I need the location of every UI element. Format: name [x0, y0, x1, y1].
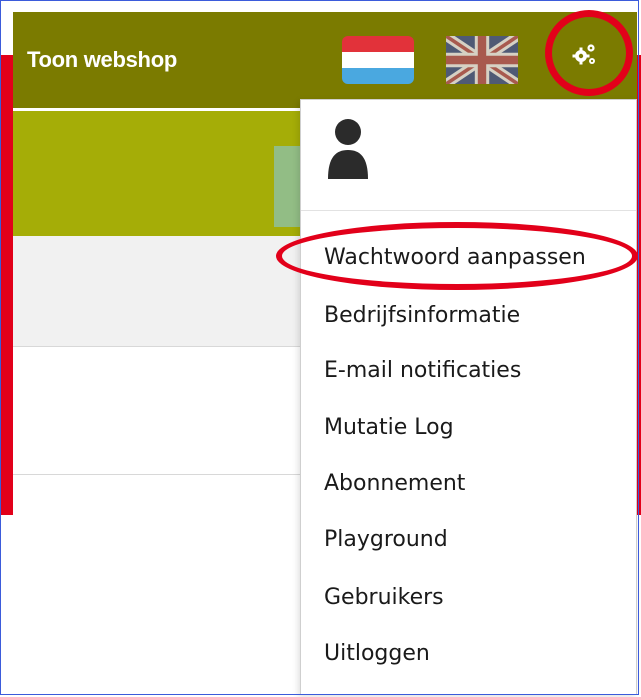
screenshot-frame [0, 0, 639, 695]
